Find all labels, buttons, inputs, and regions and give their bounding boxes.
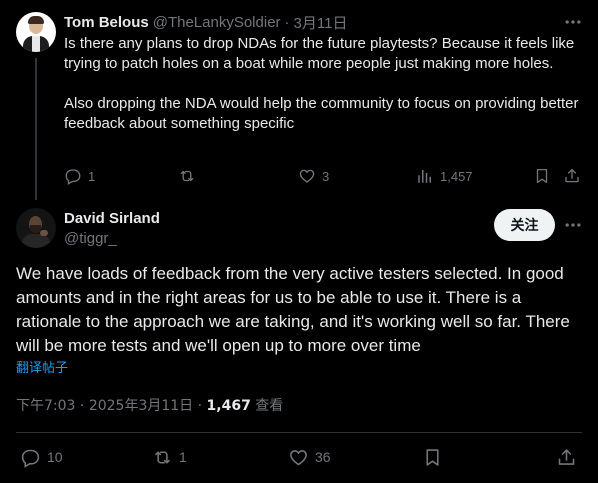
avatar-hair: [28, 16, 44, 24]
tweet-time[interactable]: 下午7:03: [16, 398, 75, 414]
tweet-actions: 1 3 1,457: [64, 166, 584, 186]
heart-icon: [299, 169, 315, 183]
reply-icon: [65, 169, 81, 185]
bookmark-button[interactable]: [422, 446, 449, 468]
like-count: 3: [322, 168, 330, 184]
tweet-header: Tom Belous @TheLankySoldier · 3月11日: [64, 12, 347, 32]
follow-button[interactable]: 关注: [494, 209, 555, 241]
tweet-actions: 10 1 36: [16, 446, 582, 468]
like-button[interactable]: 36: [288, 446, 331, 468]
avatar-hand: [40, 230, 48, 236]
avatar[interactable]: [16, 208, 56, 248]
tweet-metadata: 下午7:03 · 2025年3月11日 · 1,467 查看: [16, 397, 283, 415]
analytics-icon: [418, 170, 431, 183]
like-button[interactable]: 3: [298, 166, 329, 186]
separator-dot: ·: [79, 398, 85, 414]
repost-count: 1: [179, 449, 187, 465]
reply-count: 10: [47, 449, 63, 465]
bookmark-icon: [536, 168, 548, 184]
tweet-text: Is there any plans to drop NDAs for the …: [64, 34, 584, 134]
bookmark-button[interactable]: [533, 166, 551, 186]
more-horizontal-icon[interactable]: [562, 215, 584, 235]
tweet-date[interactable]: 2025年3月11日: [89, 398, 193, 414]
repost-button[interactable]: [178, 166, 202, 186]
reply-count: 1: [88, 168, 96, 184]
more-horizontal-icon[interactable]: [562, 12, 584, 32]
author-name[interactable]: Tom Belous: [64, 14, 149, 31]
tweet-text: We have loads of feedback from the very …: [16, 264, 570, 355]
avatar[interactable]: [16, 12, 56, 52]
separator-dot: ·: [197, 398, 203, 414]
main-tweet: David Sirland @tiggr_ 关注 We have loads o…: [0, 200, 598, 483]
share-button[interactable]: [563, 166, 581, 186]
repost-icon: [155, 450, 170, 464]
repost-button[interactable]: 1: [152, 446, 187, 468]
divider: [16, 432, 582, 433]
avatar-shoulder: [22, 234, 50, 248]
thread-connector-line: [35, 58, 37, 200]
repost-icon: [180, 170, 194, 182]
views-label: 查看: [255, 398, 284, 414]
author-handle[interactable]: @TheLankySoldier: [153, 14, 281, 31]
author-handle[interactable]: @tiggr_: [64, 229, 117, 249]
views-button[interactable]: 1,457: [416, 166, 473, 186]
tweet-paragraph-1: Is there any plans to drop NDAs for the …: [64, 35, 575, 72]
separator-dot: ·: [284, 13, 290, 31]
share-button[interactable]: [556, 446, 577, 468]
translate-post-link[interactable]: 翻译帖子: [16, 361, 68, 377]
like-count: 36: [315, 449, 331, 465]
reply-tweet[interactable]: Tom Belous @TheLankySoldier · 3月11日 Is t…: [0, 0, 598, 200]
avatar-shirt: [32, 36, 40, 52]
tweet-paragraph-2: Also dropping the NDA would help the com…: [64, 95, 579, 132]
reply-button[interactable]: 1: [64, 166, 95, 186]
tweet-date[interactable]: 3月11日: [294, 12, 348, 33]
views-count: 1,457: [440, 168, 473, 184]
views-count: 1,467: [206, 398, 251, 414]
reply-icon: [21, 449, 40, 468]
share-icon: [558, 448, 575, 465]
share-icon: [565, 168, 579, 183]
bookmark-icon: [426, 448, 439, 466]
heart-icon: [290, 449, 307, 465]
author-name[interactable]: David Sirland: [64, 209, 160, 229]
reply-button[interactable]: 10: [20, 446, 63, 468]
